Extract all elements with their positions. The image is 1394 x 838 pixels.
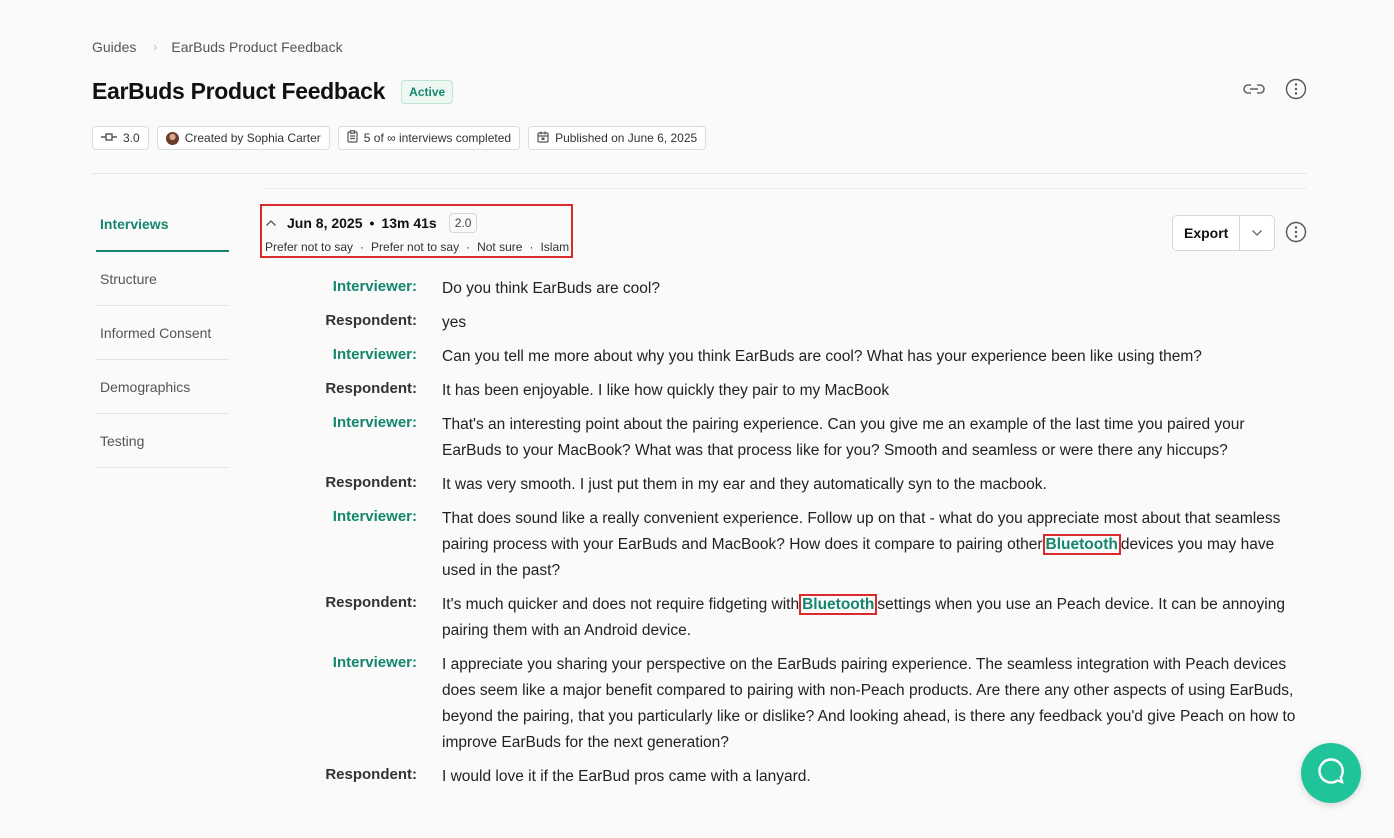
status-badge: Active <box>401 79 454 104</box>
interviews-chip: 5 of ∞ interviews completed <box>337 126 521 150</box>
interviews-text: 5 of ∞ interviews completed <box>363 131 512 145</box>
transcript-turn: Respondent: It has been enjoyable. I like… <box>263 378 1307 404</box>
chevron-down-icon[interactable] <box>1239 216 1274 250</box>
message-segment: Do you think EarBuds are cool? <box>442 280 660 297</box>
message-segment: Can you tell me more about why you think… <box>442 348 1202 365</box>
message-segment: yes <box>442 314 467 331</box>
message-segment: I would love it if the EarBud pros came … <box>442 768 811 785</box>
clipboard-icon <box>347 130 358 146</box>
transcript-turn: Interviewer: Can you tell me more about w… <box>263 344 1307 370</box>
more-vertical-icon[interactable] <box>1285 78 1307 100</box>
message-text: It's much quicker and does not require f… <box>442 592 1307 644</box>
message-text: I appreciate you sharing your perspectiv… <box>442 652 1307 756</box>
divider <box>263 188 1307 189</box>
message-segment: That's an interesting point about the pa… <box>442 416 1245 459</box>
breadcrumb-guides-link[interactable]: Guides <box>92 39 136 55</box>
export-split-button: Export <box>1172 215 1276 251</box>
interview-demographics: Prefer not to say · Prefer not to say · … <box>265 240 570 254</box>
transcript-turn: Respondent: I would love it if the EarBud… <box>263 764 1307 790</box>
page-title: EarBuds Product Feedback <box>92 78 386 104</box>
message-text: That does sound like a really convenient… <box>442 506 1307 584</box>
export-button[interactable]: Export <box>1173 216 1239 250</box>
transcript-turn: Respondent: It's much quicker and does no… <box>263 592 1307 644</box>
interview-duration: 13m 41s <box>381 215 437 231</box>
calendar-icon <box>537 131 549 146</box>
interview-header[interactable]: Jun 8, 2025 • 13m 41s 2.0 Prefer not to … <box>260 204 573 258</box>
avatar <box>165 131 179 145</box>
side-nav: Interviews Structure Informed Consent De… <box>96 198 229 468</box>
title-row: EarBuds Product Feedback Active <box>92 78 454 105</box>
highlighted-term[interactable]: Bluetooth <box>1042 534 1121 555</box>
respondent-label: Respondent: <box>325 380 417 397</box>
nav-item-demographics[interactable]: Demographics <box>96 360 229 414</box>
transcript-turn: Interviewer: That does sound like a reall… <box>263 506 1307 584</box>
breadcrumb: Guides › EarBuds Product Feedback <box>92 39 343 55</box>
transcript-turn: Interviewer: I appreciate you sharing you… <box>263 652 1307 756</box>
respondent-label: Respondent: <box>325 766 417 783</box>
header-actions <box>1243 78 1307 100</box>
transcript: Interviewer: Do you think EarBuds are coo… <box>263 276 1307 798</box>
nav-item-structure[interactable]: Structure <box>96 252 229 306</box>
meta-row: 3.0 Created by Sophia Carter 5 of ∞ inte… <box>92 126 707 150</box>
nav-item-informed-consent[interactable]: Informed Consent <box>96 306 229 360</box>
message-text: It has been enjoyable. I like how quickl… <box>442 378 889 404</box>
transcript-turn: Respondent: It was very smooth. I just pu… <box>263 472 1307 498</box>
demographic-value: Islam <box>540 240 570 254</box>
divider <box>92 173 1307 174</box>
interviewer-label: Interviewer: <box>332 508 417 525</box>
respondent-label: Respondent: <box>325 594 417 611</box>
chevron-up-icon[interactable] <box>265 219 277 227</box>
message-text: It was very smooth. I just put them in m… <box>442 472 1047 498</box>
transcript-turn: Interviewer: Do you think EarBuds are coo… <box>263 276 1307 302</box>
respondent-label: Respondent: <box>325 312 417 329</box>
interview-date: Jun 8, 2025 <box>287 215 363 231</box>
message-text: Can you tell me more about why you think… <box>442 344 1202 370</box>
link-icon[interactable] <box>1243 78 1265 100</box>
interviewer-label: Interviewer: <box>332 414 417 431</box>
published-text: Published on June 6, 2025 <box>555 131 698 145</box>
version-text: 3.0 <box>123 131 140 145</box>
demographic-value: Prefer not to say <box>265 240 354 254</box>
creator-chip: Created by Sophia Carter <box>156 126 330 150</box>
respondent-label: Respondent: <box>325 474 417 491</box>
interviewer-label: Interviewer: <box>332 654 417 671</box>
separator-dot: • <box>369 215 375 231</box>
more-vertical-icon[interactable] <box>1285 221 1307 243</box>
interviewer-label: Interviewer: <box>332 346 417 363</box>
message-text: Do you think EarBuds are cool? <box>442 276 660 302</box>
message-segment: It's much quicker and does not require f… <box>442 596 800 613</box>
published-chip: Published on June 6, 2025 <box>528 126 707 150</box>
creator-text: Created by Sophia Carter <box>184 131 321 145</box>
demographic-value: Not sure <box>477 240 523 254</box>
message-segment: It was very smooth. I just put them in m… <box>442 476 1047 493</box>
message-text: That's an interesting point about the pa… <box>442 412 1307 464</box>
version-icon <box>101 131 117 145</box>
version-chip: 3.0 <box>92 126 149 150</box>
interview-version-badge: 2.0 <box>448 213 478 233</box>
nav-item-interviews[interactable]: Interviews <box>96 198 229 252</box>
nav-item-testing[interactable]: Testing <box>96 414 229 468</box>
message-text: yes <box>442 310 466 336</box>
transcript-turn: Interviewer: That's an interesting point … <box>263 412 1307 464</box>
message-segment: I appreciate you sharing your perspectiv… <box>442 656 1296 751</box>
highlighted-term[interactable]: Bluetooth <box>799 594 878 615</box>
demographic-value: Prefer not to say <box>371 240 460 254</box>
chat-icon <box>1316 756 1346 791</box>
chat-button[interactable] <box>1301 743 1361 803</box>
chevron-right-icon: › <box>153 40 158 54</box>
message-segment: It has been enjoyable. I like how quickl… <box>442 382 890 399</box>
breadcrumb-current: EarBuds Product Feedback <box>171 39 343 55</box>
interviewer-label: Interviewer: <box>332 278 417 295</box>
transcript-turn: Respondent: yes <box>263 310 1307 336</box>
message-text: I would love it if the EarBud pros came … <box>442 764 811 790</box>
